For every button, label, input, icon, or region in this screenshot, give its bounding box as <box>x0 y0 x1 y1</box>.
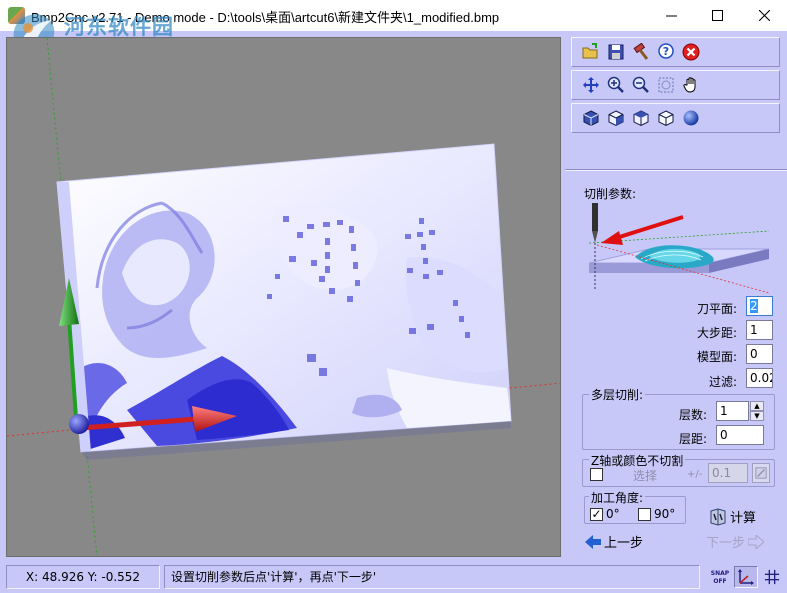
tool-illustration <box>588 203 770 294</box>
max-step-label: 大步距: <box>696 326 737 340</box>
compute-label: 计算 <box>730 511 757 526</box>
filter-input[interactable]: 0.025 <box>746 368 773 388</box>
close-circle-icon <box>682 43 700 61</box>
title-bar: Bmp2Cnc v2.71 - Demo mode - D:\tools\桌面\… <box>0 0 787 31</box>
model-surface-input[interactable]: 0 <box>746 344 773 364</box>
view-mode-3-button[interactable] <box>630 107 652 129</box>
model-surface-label: 模型面: <box>696 350 737 364</box>
arrow-left-icon <box>585 534 601 549</box>
app-window: Bmp2Cnc v2.71 - Demo mode - D:\tools\桌面\… <box>0 0 787 593</box>
arrow-right-icon <box>748 534 765 549</box>
next-step-label: 下一步 <box>706 536 746 551</box>
zoom-out-icon <box>632 76 649 93</box>
navigation-toolbar <box>571 70 780 100</box>
move-icon <box>583 77 599 93</box>
z-tolerance-input[interactable]: 0.1 <box>708 463 748 483</box>
move-button[interactable] <box>580 74 602 96</box>
save-icon <box>608 44 624 60</box>
view-mode-toolbar <box>571 103 780 133</box>
panel-separator <box>565 169 787 171</box>
angle-title: 加工角度: <box>589 489 646 506</box>
z-plus-minus-label: +/- <box>687 469 703 480</box>
view-mode-2-button[interactable] <box>605 107 627 129</box>
multi-layer-title: 多层切削: <box>589 386 646 403</box>
tool-plane-input[interactable]: 2 <box>746 296 773 316</box>
hammer-icon <box>633 43 649 60</box>
layers-input[interactable]: 1 <box>716 401 749 421</box>
view-mode-1-button[interactable] <box>580 107 602 129</box>
compute-icon <box>710 507 726 526</box>
file-toolbar: ? <box>571 37 780 67</box>
cube-view-1-icon <box>583 110 599 127</box>
app-icon <box>8 7 25 24</box>
z-select-label: 选择 <box>633 469 658 483</box>
open-button[interactable] <box>580 41 602 63</box>
color-pick-icon <box>755 467 767 479</box>
pan-button[interactable] <box>680 74 702 96</box>
axes-toggle-button[interactable] <box>734 566 758 588</box>
coordinates-readout: X: 48.926 Y: -0.552 <box>6 565 160 589</box>
maximize-icon <box>711 10 723 21</box>
save-button[interactable] <box>605 41 627 63</box>
cube-view-3-icon <box>633 110 649 127</box>
view-mode-sphere-button[interactable] <box>680 107 702 129</box>
prev-step-label: 上一步 <box>604 536 644 551</box>
spin-down-icon[interactable]: ▼ <box>750 411 764 421</box>
zoom-in-button[interactable] <box>605 74 627 96</box>
angle-0-label: 0° <box>606 507 620 521</box>
svg-text:?: ? <box>663 45 669 58</box>
snap-off-icon: SNAPOFF <box>711 570 730 585</box>
layers-label: 层数: <box>678 408 707 422</box>
grid-toggle-button[interactable] <box>760 566 784 588</box>
zoom-fit-icon <box>658 77 674 93</box>
3d-scene <box>7 38 560 556</box>
status-message: 设置切削参数后点'计算'，再点'下一步' <box>164 565 700 589</box>
heightmap-model <box>56 143 512 453</box>
window-title: Bmp2Cnc v2.71 - Demo mode - D:\tools\桌面\… <box>31 10 500 25</box>
layer-spacing-input[interactable]: 0 <box>716 425 764 445</box>
3d-viewport[interactable] <box>6 37 561 557</box>
snap-toggle-button[interactable]: SNAP OFF <box>708 566 732 588</box>
origin-sphere <box>69 414 89 434</box>
close-file-button[interactable] <box>680 41 702 63</box>
zoom-out-button[interactable] <box>630 74 652 96</box>
layer-spacing-label: 层距: <box>678 432 707 446</box>
hand-icon <box>683 77 696 93</box>
angle-90-checkbox[interactable] <box>638 508 651 521</box>
close-button[interactable] <box>741 0 787 31</box>
help-button[interactable]: ? <box>655 41 677 63</box>
close-icon <box>758 10 770 21</box>
grid-icon <box>764 569 780 585</box>
svg-text:SNAP: SNAP <box>711 570 730 577</box>
axes-icon <box>738 569 754 585</box>
compute-button[interactable]: 计算 <box>709 507 756 526</box>
filter-label: 过滤: <box>708 375 737 389</box>
tool-button[interactable] <box>630 41 652 63</box>
z-axis-checkbox[interactable] <box>590 468 603 481</box>
prev-step-button[interactable]: 上一步 <box>585 532 643 551</box>
svg-text:OFF: OFF <box>713 578 726 585</box>
zoom-in-icon <box>607 76 624 93</box>
cube-view-4-icon <box>658 110 674 127</box>
minimize-button[interactable] <box>648 0 694 31</box>
sphere-icon <box>683 110 699 126</box>
angle-90-label: 90° <box>654 507 676 521</box>
help-icon: ? <box>658 43 674 59</box>
cube-view-2-icon <box>608 110 624 127</box>
next-step-button[interactable]: 下一步 <box>706 532 765 551</box>
zoom-fit-button[interactable] <box>655 74 677 96</box>
view-mode-4-button[interactable] <box>655 107 677 129</box>
spin-up-icon[interactable]: ▲ <box>750 401 764 411</box>
layers-spinner[interactable]: ▲ ▼ <box>750 401 764 421</box>
minimize-icon <box>665 15 677 17</box>
right-panel: ? 切削参数: 刀平面: 2 大步距: 1 模型面: 0 过滤: 0.0 多层切… <box>565 33 787 560</box>
angle-0-checkbox[interactable]: ✓ <box>590 508 603 521</box>
open-icon <box>582 43 598 59</box>
maximize-button[interactable] <box>694 0 740 31</box>
color-pick-button[interactable] <box>752 463 770 483</box>
status-bar: X: 48.926 Y: -0.552 设置切削参数后点'计算'，再点'下一步'… <box>0 562 787 593</box>
max-step-input[interactable]: 1 <box>746 320 773 340</box>
tool-plane-label: 刀平面: <box>696 302 737 316</box>
